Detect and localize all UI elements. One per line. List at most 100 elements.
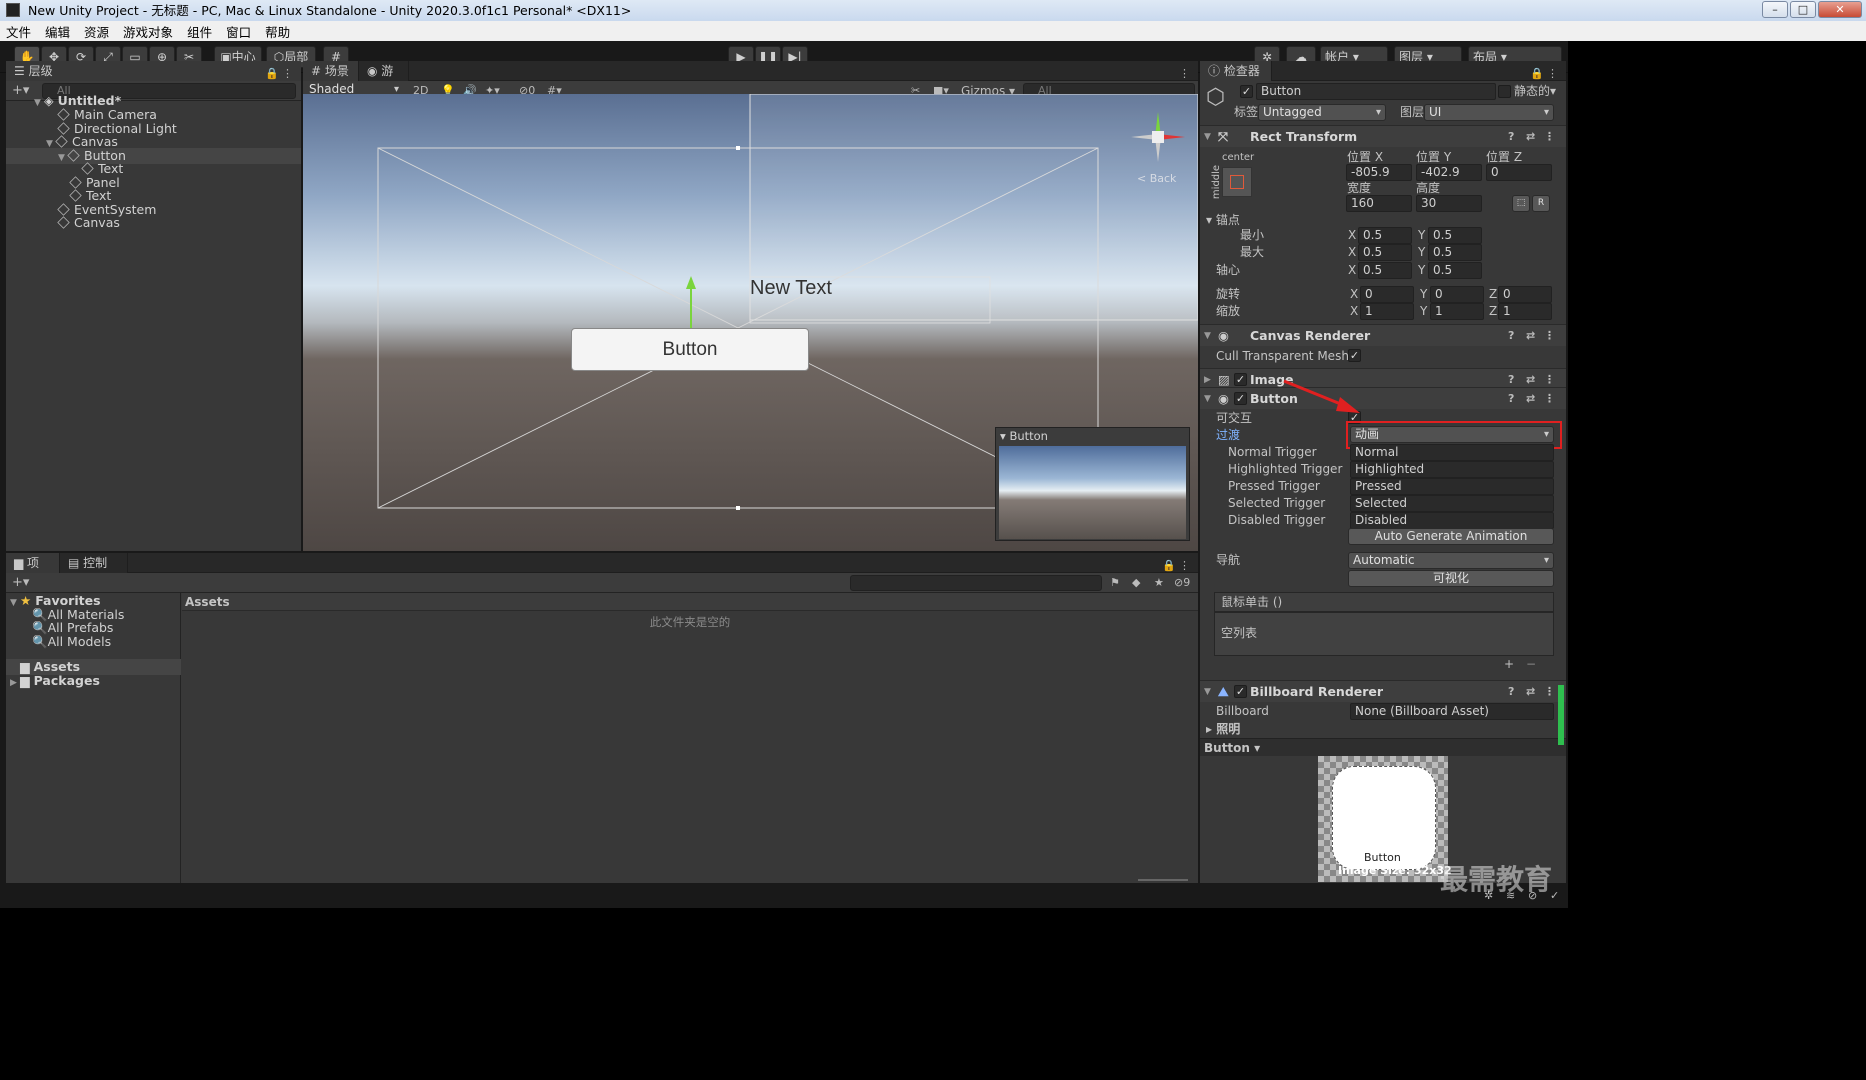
layer-dropdown[interactable]: UI <box>1424 104 1554 121</box>
button-enabled-checkbox[interactable]: ✓ <box>1234 392 1247 405</box>
anchor-min-x-field[interactable]: 0.5 <box>1358 227 1412 244</box>
hierarchy-item-canvas-2[interactable]: Canvas <box>57 215 120 231</box>
selected-trigger-field[interactable]: Selected <box>1350 495 1554 512</box>
anchor-max-y-field[interactable]: 0.5 <box>1428 244 1482 261</box>
preset-icon[interactable]: ⇄ <box>1526 325 1535 347</box>
anchor-max-x-field[interactable]: 0.5 <box>1358 244 1412 261</box>
preset-icon[interactable]: ⇄ <box>1526 388 1535 410</box>
disabled-trigger-field[interactable]: Disabled <box>1350 512 1554 529</box>
pos-z-field[interactable]: 0 <box>1486 164 1552 181</box>
anchor-presets-button[interactable] <box>1222 167 1252 197</box>
component-menu-icon[interactable]: ⋮ <box>1544 325 1555 347</box>
tab-project[interactable]: ▆ 项目 <box>6 553 60 590</box>
pos-x-field[interactable]: -805.9 <box>1346 164 1412 181</box>
scene-viewport[interactable]: New Text Button < Back ▾ Button <box>303 94 1198 551</box>
packages-folder-item[interactable]: ▶ ▆ Packages <box>10 673 100 689</box>
width-field[interactable]: 160 <box>1346 195 1412 212</box>
canvas-renderer-header[interactable]: ▼ ◉ Canvas Renderer ? ⇄ ⋮ <box>1200 324 1566 346</box>
zoom-slider[interactable] <box>1138 879 1188 881</box>
hidden-packages-icon[interactable]: ⊘9 <box>1174 576 1190 589</box>
scrollbar-indicator[interactable] <box>1558 685 1564 745</box>
normal-trigger-field[interactable]: Normal <box>1350 444 1554 461</box>
anchors-foldout[interactable]: ▾ 锚点 <box>1206 212 1240 228</box>
cull-transparent-mesh-checkbox[interactable]: ✓ <box>1348 349 1361 362</box>
component-menu-icon[interactable]: ⋮ <box>1544 681 1555 703</box>
tab-scene[interactable]: # 场景 <box>303 61 359 81</box>
pivot-x-field[interactable]: 0.5 <box>1358 262 1412 279</box>
orientation-gizmo[interactable] <box>1123 102 1193 172</box>
navigation-dropdown[interactable]: Automatic <box>1348 552 1554 569</box>
onclick-event-list: 空列表 <box>1214 612 1554 656</box>
more-icon[interactable]: ⋮ <box>1547 64 1558 84</box>
pivot-y-field[interactable]: 0.5 <box>1428 262 1482 279</box>
favorite-icon[interactable]: ★ <box>1154 576 1164 589</box>
menu-component[interactable]: 组件 <box>187 22 212 41</box>
close-button[interactable]: ✕ <box>1818 1 1862 18</box>
anchor-min-y-field[interactable]: 0.5 <box>1428 227 1482 244</box>
static-dropdown[interactable]: 静态的▾ <box>1514 83 1556 99</box>
create-icon[interactable]: +▾ <box>12 575 29 590</box>
tab-inspector[interactable]: ⓘ 检查器 <box>1200 61 1272 81</box>
minimize-button[interactable]: – <box>1762 1 1788 18</box>
scale-x-field[interactable]: 1 <box>1360 303 1414 320</box>
rect-transform-header[interactable]: ▼ ⤧ Rect Transform ? ⇄ ⋮ <box>1200 125 1566 147</box>
scene-button-object[interactable]: Button <box>571 328 809 371</box>
tag-dropdown[interactable]: Untagged <box>1258 104 1386 121</box>
button-component-header[interactable]: ▼ ◉ ✓ Button ? ⇄ ⋮ <box>1200 387 1566 409</box>
menu-help[interactable]: 帮助 <box>265 22 290 41</box>
filter-type-icon[interactable]: ⚑ <box>1110 576 1120 589</box>
pos-y-field[interactable]: -402.9 <box>1416 164 1482 181</box>
transition-dropdown[interactable]: 动画 <box>1350 426 1554 443</box>
help-icon[interactable]: ? <box>1508 126 1514 148</box>
rotation-y-field[interactable]: 0 <box>1430 286 1484 303</box>
tag-label: 标签 <box>1234 105 1259 119</box>
tab-game[interactable]: ◉ 游戏 <box>359 61 409 98</box>
menu-window[interactable]: 窗口 <box>226 22 251 41</box>
breadcrumb[interactable]: Assets <box>182 593 1198 611</box>
raw-edit-button[interactable]: R <box>1532 195 1550 212</box>
help-icon[interactable]: ? <box>1508 388 1514 410</box>
billboard-renderer-header[interactable]: ▼ ⛰ ✓ Billboard Renderer ? ⇄ ⋮ <box>1200 680 1566 702</box>
billboard-enabled-checkbox[interactable]: ✓ <box>1234 685 1247 698</box>
menu-assets[interactable]: 资源 <box>84 22 109 41</box>
pressed-trigger-label: Pressed Trigger <box>1228 479 1320 493</box>
eye-icon: ◉ <box>1218 328 1229 343</box>
visualize-button[interactable]: 可视化 <box>1348 570 1554 587</box>
blueprint-mode-button[interactable]: ⬚ <box>1512 195 1530 212</box>
static-checkbox[interactable] <box>1498 85 1511 98</box>
billboard-asset-field[interactable]: None (Billboard Asset) <box>1350 703 1554 720</box>
preset-icon[interactable]: ⇄ <box>1526 681 1535 703</box>
rotation-z-field[interactable]: 0 <box>1498 286 1552 303</box>
hierarchy-item-button[interactable]: ▼ Button <box>6 148 301 164</box>
add-event-icon[interactable]: + <box>1504 656 1514 672</box>
highlighted-trigger-field[interactable]: Highlighted <box>1350 461 1554 478</box>
lighting-foldout[interactable]: ▸ 照明 <box>1206 721 1240 737</box>
preset-icon[interactable]: ⇄ <box>1526 126 1535 148</box>
favorites-all-models[interactable]: 🔍All Models <box>32 634 111 650</box>
active-checkbox[interactable]: ✓ <box>1240 85 1253 98</box>
scale-y-field[interactable]: 1 <box>1430 303 1484 320</box>
help-icon[interactable]: ? <box>1508 681 1514 703</box>
tab-console[interactable]: ▤ 控制台 <box>60 553 128 590</box>
preview-header[interactable]: Button ▾ <box>1200 738 1566 756</box>
component-menu-icon[interactable]: ⋮ <box>1544 126 1555 148</box>
component-menu-icon[interactable]: ⋮ <box>1544 388 1555 410</box>
image-enabled-checkbox[interactable]: ✓ <box>1234 373 1247 386</box>
rotation-x-field[interactable]: 0 <box>1360 286 1414 303</box>
menu-gameobject[interactable]: 游戏对象 <box>123 22 173 41</box>
auto-generate-animation-button[interactable]: Auto Generate Animation <box>1348 528 1554 545</box>
height-field[interactable]: 30 <box>1416 195 1482 212</box>
lock-icon[interactable]: 🔒 <box>1530 64 1544 84</box>
filter-label-icon[interactable]: ◆ <box>1132 576 1140 589</box>
object-name-field[interactable]: Button <box>1256 83 1496 100</box>
menu-edit[interactable]: 编辑 <box>45 22 70 41</box>
tab-hierarchy[interactable]: ☰ 层级 <box>6 61 301 81</box>
scale-z-field[interactable]: 1 <box>1498 303 1552 320</box>
remove-event-icon[interactable]: − <box>1526 656 1536 672</box>
help-icon[interactable]: ? <box>1508 325 1514 347</box>
maximize-button[interactable]: □ <box>1790 1 1816 18</box>
scene-tabbar: # 场景 ◉ 游戏 ⋮ <box>303 61 1198 98</box>
project-search-input[interactable] <box>850 575 1102 591</box>
menu-file[interactable]: 文件 <box>6 22 31 41</box>
pressed-trigger-field[interactable]: Pressed <box>1350 478 1554 495</box>
